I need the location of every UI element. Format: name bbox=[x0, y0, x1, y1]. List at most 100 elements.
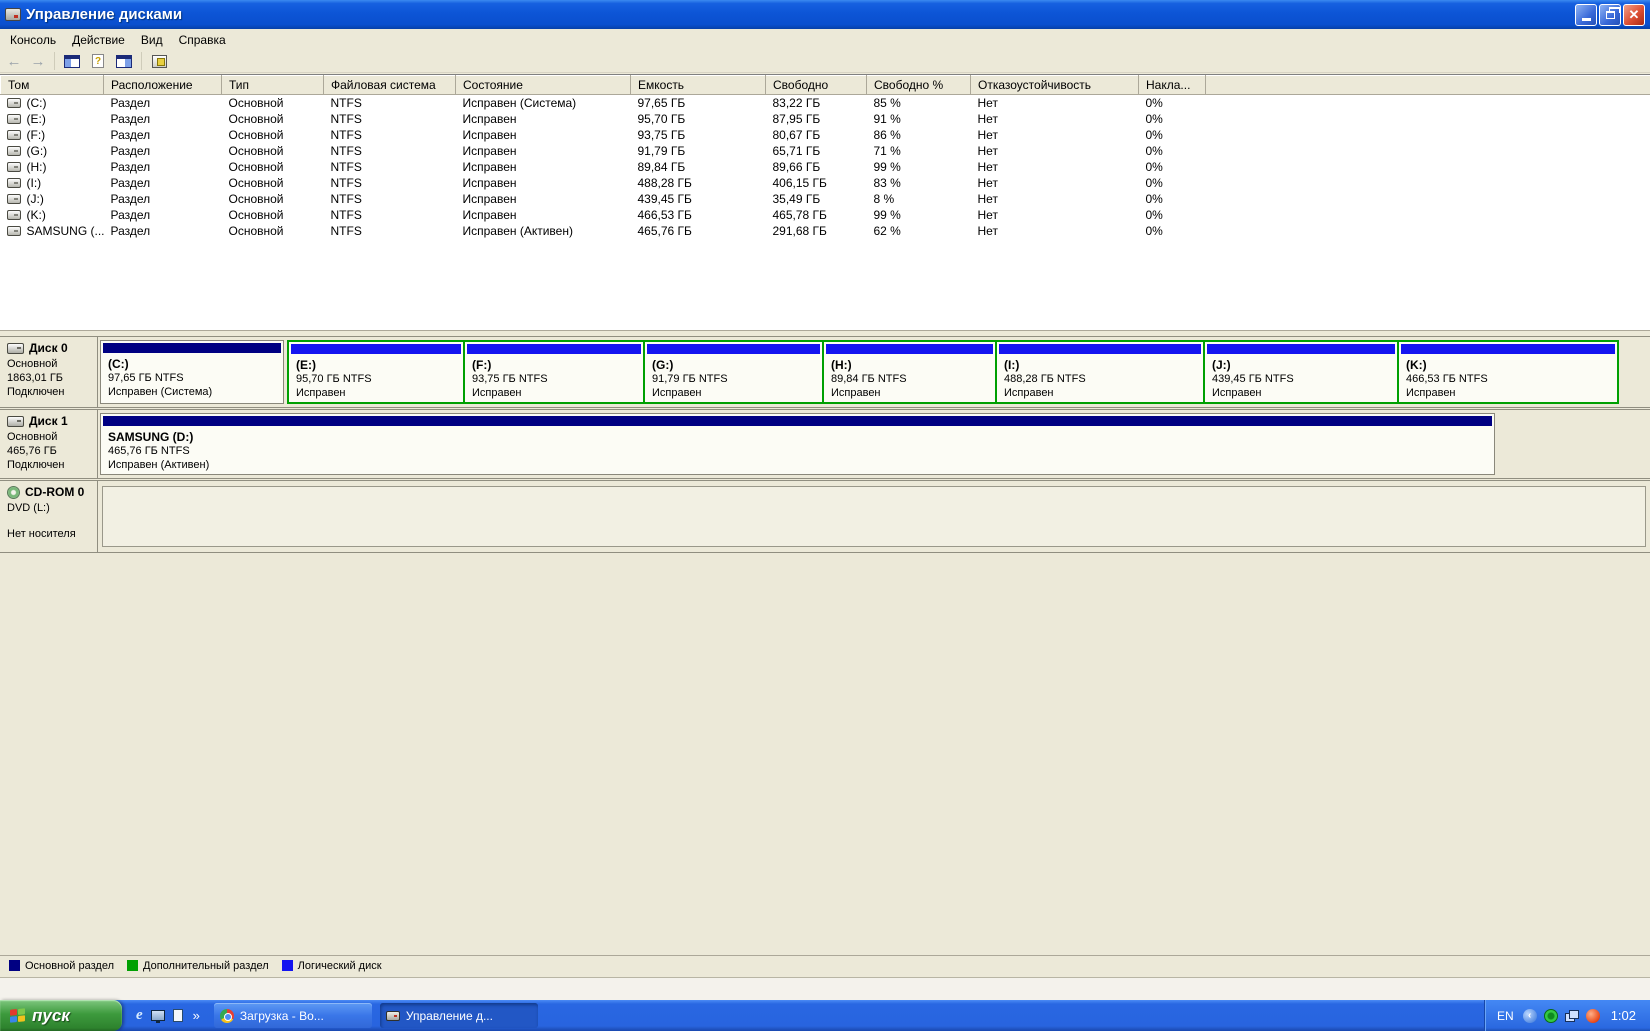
volume-row-e[interactable]: (E:) Раздел Основной NTFS Исправен 95,70… bbox=[1, 111, 1650, 127]
cell bbox=[1206, 111, 1650, 127]
cell: 291,68 ГБ bbox=[772, 223, 827, 238]
col-free[interactable]: Свободно bbox=[765, 75, 867, 95]
cell-volume: (K:) bbox=[1, 207, 104, 223]
cell-volume: SAMSUNG (... bbox=[1, 223, 104, 239]
partition-j[interactable]: (J:) 439,45 ГБ NTFS Исправен bbox=[1203, 342, 1397, 402]
cell-volume: (I:) bbox=[1, 175, 104, 191]
cell: NTFS bbox=[330, 159, 362, 174]
menu-console[interactable]: Консоль bbox=[2, 31, 64, 49]
internet-explorer-icon[interactable]: e bbox=[136, 1007, 143, 1024]
partition-e[interactable]: (E:) 95,70 ГБ NTFS Исправен bbox=[289, 342, 463, 402]
tray-red-app-icon[interactable] bbox=[1585, 1008, 1600, 1023]
title-bar[interactable]: Управление дисками ✕ bbox=[0, 0, 1650, 29]
volume-row-c[interactable]: (C:) Раздел Основной NTFS Исправен (Сист… bbox=[1, 95, 1650, 111]
col-location[interactable]: Расположение bbox=[103, 75, 222, 95]
volume-row-j[interactable]: (J:) Раздел Основной NTFS Исправен 439,4… bbox=[1, 191, 1650, 207]
cell: Раздел bbox=[110, 175, 151, 190]
cell: Основной bbox=[228, 95, 284, 110]
volume-icon bbox=[6, 145, 21, 156]
task-button-browser[interactable]: Загрузка - Во... bbox=[213, 1003, 372, 1028]
restore-button[interactable] bbox=[1599, 3, 1621, 26]
show-desktop-icon[interactable] bbox=[150, 1010, 165, 1023]
forward-icon[interactable]: → bbox=[28, 53, 48, 70]
start-label: пуск bbox=[32, 1005, 70, 1025]
language-indicator[interactable]: EN bbox=[1497, 1009, 1514, 1023]
partition-c[interactable]: (C:) 97,65 ГБ NTFS Исправен (Система) bbox=[100, 340, 284, 404]
network-status-icon[interactable] bbox=[1564, 1010, 1579, 1022]
disk-type: DVD (L:) bbox=[7, 502, 50, 514]
window-title: Управление дисками bbox=[26, 6, 183, 23]
toolbar: ← → ? bbox=[0, 50, 1650, 73]
cell: NTFS bbox=[330, 223, 362, 238]
console-settings-button[interactable] bbox=[148, 51, 170, 71]
extended-partition-swatch bbox=[127, 960, 138, 971]
col-overhead[interactable]: Накла... bbox=[1138, 75, 1206, 95]
task-button-disk-management[interactable]: Управление д... bbox=[379, 1003, 538, 1028]
document-shortcut-icon[interactable] bbox=[172, 1009, 183, 1022]
panes-icon bbox=[116, 54, 132, 68]
menu-help[interactable]: Справка bbox=[171, 31, 234, 49]
volume-list-pane: Том Расположение Тип Файловая система Со… bbox=[0, 74, 1650, 330]
partition-status: Исправен (Активен) bbox=[108, 459, 210, 471]
volume-row-g[interactable]: (G:) Раздел Основной NTFS Исправен 91,79… bbox=[1, 143, 1650, 159]
volume-row-i[interactable]: (I:) Раздел Основной NTFS Исправен 488,2… bbox=[1, 175, 1650, 191]
col-status[interactable]: Состояние bbox=[455, 75, 631, 95]
logical-partition-bar bbox=[1207, 344, 1395, 354]
partition-d[interactable]: SAMSUNG (D:) 465,76 ГБ NTFS Исправен (Ак… bbox=[100, 413, 1495, 475]
cell: 0% bbox=[1145, 207, 1163, 222]
col-type[interactable]: Тип bbox=[221, 75, 324, 95]
partition-i[interactable]: (I:) 488,28 ГБ NTFS Исправен bbox=[995, 342, 1203, 402]
quick-launch-overflow-icon[interactable]: » bbox=[193, 1008, 200, 1023]
menu-view[interactable]: Вид bbox=[133, 31, 171, 49]
col-volume[interactable]: Том bbox=[0, 75, 104, 95]
close-button[interactable]: ✕ bbox=[1623, 3, 1645, 26]
cell: Исправен bbox=[462, 191, 517, 206]
disk0-graphic: (C:) 97,65 ГБ NTFS Исправен (Система) (E… bbox=[98, 337, 1650, 407]
col-capacity[interactable]: Емкость bbox=[630, 75, 766, 95]
cdrom-info[interactable]: CD-ROM 0 DVD (L:) Нет носителя bbox=[0, 481, 98, 552]
cell: 93,75 ГБ bbox=[637, 127, 686, 142]
volume-row-h[interactable]: (H:) Раздел Основной NTFS Исправен 89,84… bbox=[1, 159, 1650, 175]
cell: Основной bbox=[228, 143, 284, 158]
partition-k[interactable]: (K:) 466,53 ГБ NTFS Исправен bbox=[1397, 342, 1617, 402]
partition-size: 97,65 ГБ NTFS bbox=[108, 372, 184, 384]
volume-row-f[interactable]: (F:) Раздел Основной NTFS Исправен 93,75… bbox=[1, 127, 1650, 143]
legend-logical: Логический диск bbox=[281, 960, 382, 972]
cell: 99 % bbox=[873, 207, 901, 222]
back-icon[interactable]: ← bbox=[4, 53, 24, 70]
partition-label: (K:) bbox=[1406, 358, 1427, 372]
console-tree-button[interactable] bbox=[61, 51, 83, 71]
cell-volume: (G:) bbox=[1, 143, 104, 159]
col-filesystem[interactable]: Файловая система bbox=[323, 75, 456, 95]
col-fault-tolerance[interactable]: Отказоустойчивость bbox=[970, 75, 1139, 95]
cell: Раздел bbox=[110, 207, 151, 222]
partition-h[interactable]: (H:) 89,84 ГБ NTFS Исправен bbox=[822, 342, 995, 402]
col-free-pct[interactable]: Свободно % bbox=[866, 75, 971, 95]
cdrom-graphic bbox=[98, 481, 1650, 552]
clock: 1:02 bbox=[1610, 1008, 1636, 1023]
hide-tray-icons-icon[interactable]: ‹ bbox=[1522, 1008, 1537, 1023]
menu-action[interactable]: Действие bbox=[64, 31, 133, 49]
panes-button[interactable] bbox=[113, 51, 135, 71]
volume-row-k[interactable]: (K:) Раздел Основной NTFS Исправен 466,5… bbox=[1, 207, 1650, 223]
disk-name: Диск 0 bbox=[29, 341, 68, 355]
partition-f[interactable]: (F:) 93,75 ГБ NTFS Исправен bbox=[463, 342, 643, 402]
cell: NTFS bbox=[330, 111, 362, 126]
start-button[interactable]: пуск bbox=[0, 1000, 122, 1031]
minimize-button[interactable] bbox=[1575, 3, 1597, 26]
disk0-info[interactable]: Диск 0 Основной 1863,01 ГБ Подключен bbox=[0, 337, 98, 407]
primary-partition-bar bbox=[103, 343, 281, 353]
cell: Исправен bbox=[462, 175, 517, 190]
quick-launch: e » bbox=[122, 1007, 210, 1024]
partition-status: Исправен bbox=[652, 387, 702, 399]
disk1-info[interactable]: Диск 1 Основной 465,76 ГБ Подключен bbox=[0, 410, 98, 478]
partition-g[interactable]: (G:) 91,79 ГБ NTFS Исправен bbox=[643, 342, 822, 402]
cdrom-media-area[interactable] bbox=[102, 486, 1646, 547]
help-button[interactable]: ? bbox=[87, 51, 109, 71]
partition-size: 89,84 ГБ NTFS bbox=[831, 373, 907, 385]
extended-partition: (E:) 95,70 ГБ NTFS Исправен (F:) 93,75 Г… bbox=[287, 340, 1619, 404]
tray-green-app-icon[interactable] bbox=[1543, 1008, 1558, 1023]
partition-label: (E:) bbox=[296, 358, 316, 372]
volume-row-samsung[interactable]: SAMSUNG (... Раздел Основной NTFS Исправ… bbox=[1, 223, 1650, 239]
volume-icon bbox=[6, 177, 21, 188]
